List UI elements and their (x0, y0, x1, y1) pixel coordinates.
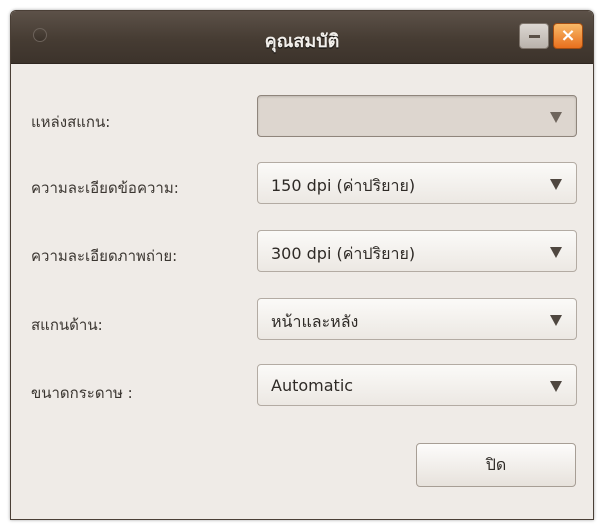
scan-source-label: แหล่งสแกน: (31, 113, 111, 131)
scan-side-value: หน้าและหลัง (271, 312, 359, 331)
text-resolution-dropdown[interactable]: 150 dpi (ค่าปริยาย) (257, 162, 577, 204)
close-window-button[interactable]: × (553, 23, 583, 49)
dropdown-arrow-icon (550, 179, 562, 190)
text-resolution-label: ความละเอียดข้อความ: (31, 179, 179, 197)
dropdown-arrow-icon (550, 315, 562, 326)
paper-size-label: ขนาดกระดาษ : (31, 384, 133, 402)
photo-resolution-dropdown[interactable]: 300 dpi (ค่าปริยาย) (257, 230, 577, 272)
text-resolution-value: 150 dpi (ค่าปริยาย) (271, 176, 416, 195)
dropdown-arrow-icon (550, 112, 562, 123)
minimize-button[interactable] (519, 23, 549, 49)
paper-size-dropdown[interactable]: Automatic (257, 364, 577, 406)
scan-side-label: สแกนด้าน: (31, 316, 103, 334)
window-title: คุณสมบัติ (264, 31, 340, 52)
paper-size-value: Automatic (271, 376, 354, 395)
title-bar[interactable]: คุณสมบัติ × (11, 11, 593, 64)
dropdown-arrow-icon (550, 247, 562, 258)
scan-source-dropdown (257, 95, 577, 137)
dropdown-arrow-icon (550, 381, 562, 392)
properties-dialog: คุณสมบัติ × แหล่งสแกน: ความละเอียดข้อควา… (10, 10, 594, 520)
photo-resolution-label: ความละเอียดภาพถ่าย: (31, 247, 178, 265)
scan-side-dropdown[interactable]: หน้าและหลัง (257, 298, 577, 340)
minimize-icon (529, 35, 540, 38)
close-button[interactable]: ปิด (416, 443, 576, 487)
close-icon: × (560, 25, 576, 46)
photo-resolution-value: 300 dpi (ค่าปริยาย) (271, 244, 416, 263)
